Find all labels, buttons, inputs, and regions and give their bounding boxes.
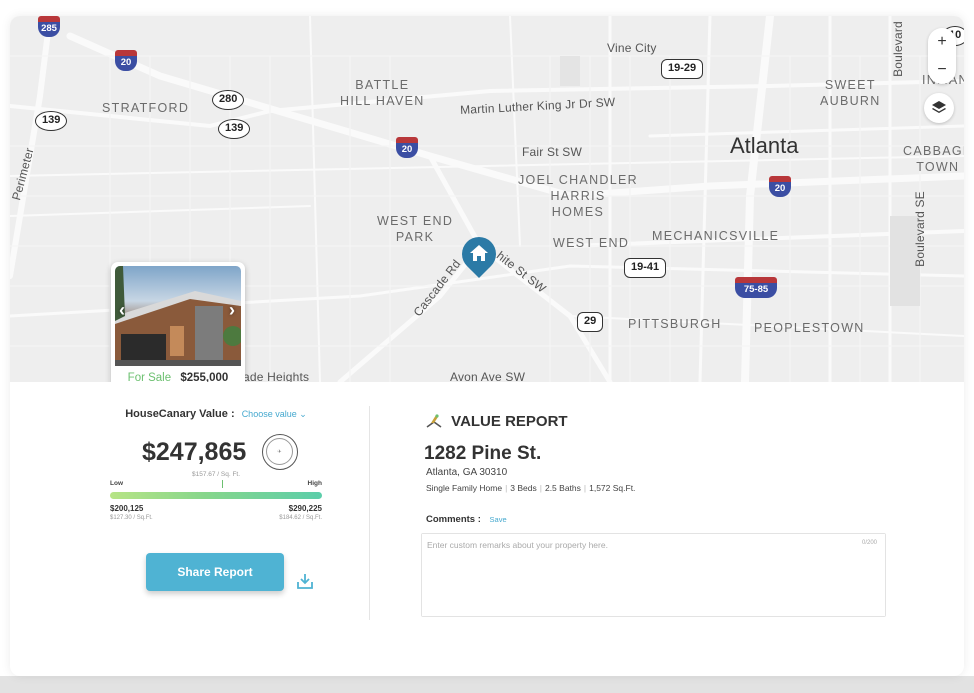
comments-header: Comments : Save	[426, 514, 507, 525]
map-label-battle-hill-haven: BATTLE HILL HAVEN	[340, 78, 425, 108]
interstate-20-shield: 20	[769, 176, 791, 198]
high-label: High	[307, 480, 322, 487]
zoom-control: + −	[928, 28, 956, 84]
listing-card[interactable]: ‹ › For Sale $255,000	[111, 262, 245, 382]
download-icon[interactable]	[296, 572, 314, 590]
us-route-19-29-shield: 19-29	[661, 59, 704, 79]
valuation-amount: $247,865	[142, 438, 247, 466]
listing-price: $255,000	[180, 372, 229, 382]
map-label-vine-city: Vine City	[607, 41, 657, 55]
map-label-peoplestown: PEOPLESTOWN	[754, 321, 865, 335]
map-label-cabbagetown: CABBAGE TOWN	[903, 144, 964, 174]
value-report-card: STRATFORD BATTLE HILL HAVEN Vine City SW…	[10, 16, 964, 676]
property-type: Single Family Home	[426, 483, 503, 493]
housecanary-logo-icon	[426, 414, 442, 428]
map-label-pittsburgh: PITTSBURGH	[628, 317, 722, 331]
chevron-down-icon: ⌄	[299, 409, 307, 419]
high-per-sqft: $184.62 / Sq.Ft.	[279, 515, 322, 521]
map-label-stratford: STRATFORD	[102, 101, 190, 115]
map-street-fair-st: Fair St SW	[522, 145, 583, 159]
zoom-out-button[interactable]: −	[928, 56, 956, 84]
value-range-bar	[110, 492, 322, 499]
save-comment-link[interactable]: Save	[490, 515, 507, 524]
listing-footer: For Sale $255,000	[111, 372, 245, 382]
map-street-boulevard-se: Boulevard SE	[912, 191, 927, 267]
map-label-sweet-auburn: SWEET AUBURN	[820, 78, 881, 108]
valuation-panel: HouseCanary Value : Choose value ⌄ $247,…	[110, 408, 322, 521]
high-value: $290,225	[288, 504, 322, 513]
comment-box: 0/200	[421, 533, 886, 617]
comments-textarea[interactable]	[422, 534, 885, 616]
comments-label: Comments :	[426, 514, 481, 525]
previous-photo-button[interactable]: ‹	[119, 300, 125, 321]
property-baths: 2.5 Baths	[544, 483, 581, 493]
house-icon	[470, 245, 488, 261]
layers-button[interactable]	[924, 93, 954, 123]
share-report-button[interactable]: Share Report	[146, 553, 284, 591]
value-report-heading: VALUE REPORT	[425, 413, 568, 430]
value-marker	[222, 480, 224, 488]
property-sqft: 1,572 Sq.Ft.	[589, 483, 636, 493]
interstate-20-shield: 20	[115, 50, 137, 72]
zoom-in-button[interactable]: +	[928, 28, 956, 56]
map-street-boulevard: Boulevard	[890, 21, 905, 77]
map-label-cascade-heights: ade Heights	[243, 370, 310, 382]
interstate-75-85-shield: 75-85	[735, 277, 777, 299]
low-label: Low	[110, 480, 123, 487]
us-route-29-shield: 29	[577, 312, 604, 332]
page-background-band	[0, 676, 974, 693]
high-confidence-badge: ✈	[262, 434, 298, 470]
map-label-atlanta: Atlanta	[730, 133, 799, 158]
interstate-285-shield: 285	[38, 16, 60, 38]
bird-icon: ✈	[266, 438, 293, 465]
map-label-west-end-park: WEST END PARK	[377, 214, 454, 244]
listing-status: For Sale	[127, 372, 172, 382]
map-label-mechanicsville: MECHANICSVILLE	[652, 229, 780, 243]
map-label-west-end: WEST END	[553, 236, 630, 250]
interstate-20-shield: 20	[396, 137, 418, 159]
map-label-joel-chandler-harris-homes: JOEL CHANDLER HARRIS HOMES	[518, 173, 638, 219]
listing-photo	[115, 266, 241, 366]
panel-divider	[369, 406, 370, 620]
property-city: Atlanta, GA 30310	[426, 467, 508, 478]
valuation-label: HouseCanary Value :	[125, 408, 235, 420]
valuation-per-sqft: $157.67 / Sq. Ft.	[191, 471, 241, 478]
us-route-19-41-shield: 19-41	[624, 258, 667, 278]
character-counter: 0/200	[861, 540, 877, 546]
low-per-sqft: $127.30 / Sq.Ft.	[110, 515, 153, 521]
property-address: 1282 Pine St.	[424, 443, 542, 464]
map-street-avon-ave: Avon Ave SW	[450, 370, 526, 382]
valuation-header: HouseCanary Value : Choose value ⌄	[110, 408, 322, 420]
low-value: $200,125	[110, 504, 144, 513]
layers-icon	[932, 101, 946, 113]
property-facts: Single Family Home | 3 Beds | 2.5 Baths | 1,57…	[426, 483, 636, 493]
choose-value-dropdown[interactable]: Choose value ⌄	[242, 409, 307, 419]
property-beds: 3 Beds	[510, 483, 537, 493]
map-view[interactable]: STRATFORD BATTLE HILL HAVEN Vine City SW…	[10, 16, 964, 382]
next-photo-button[interactable]: ›	[229, 300, 235, 321]
